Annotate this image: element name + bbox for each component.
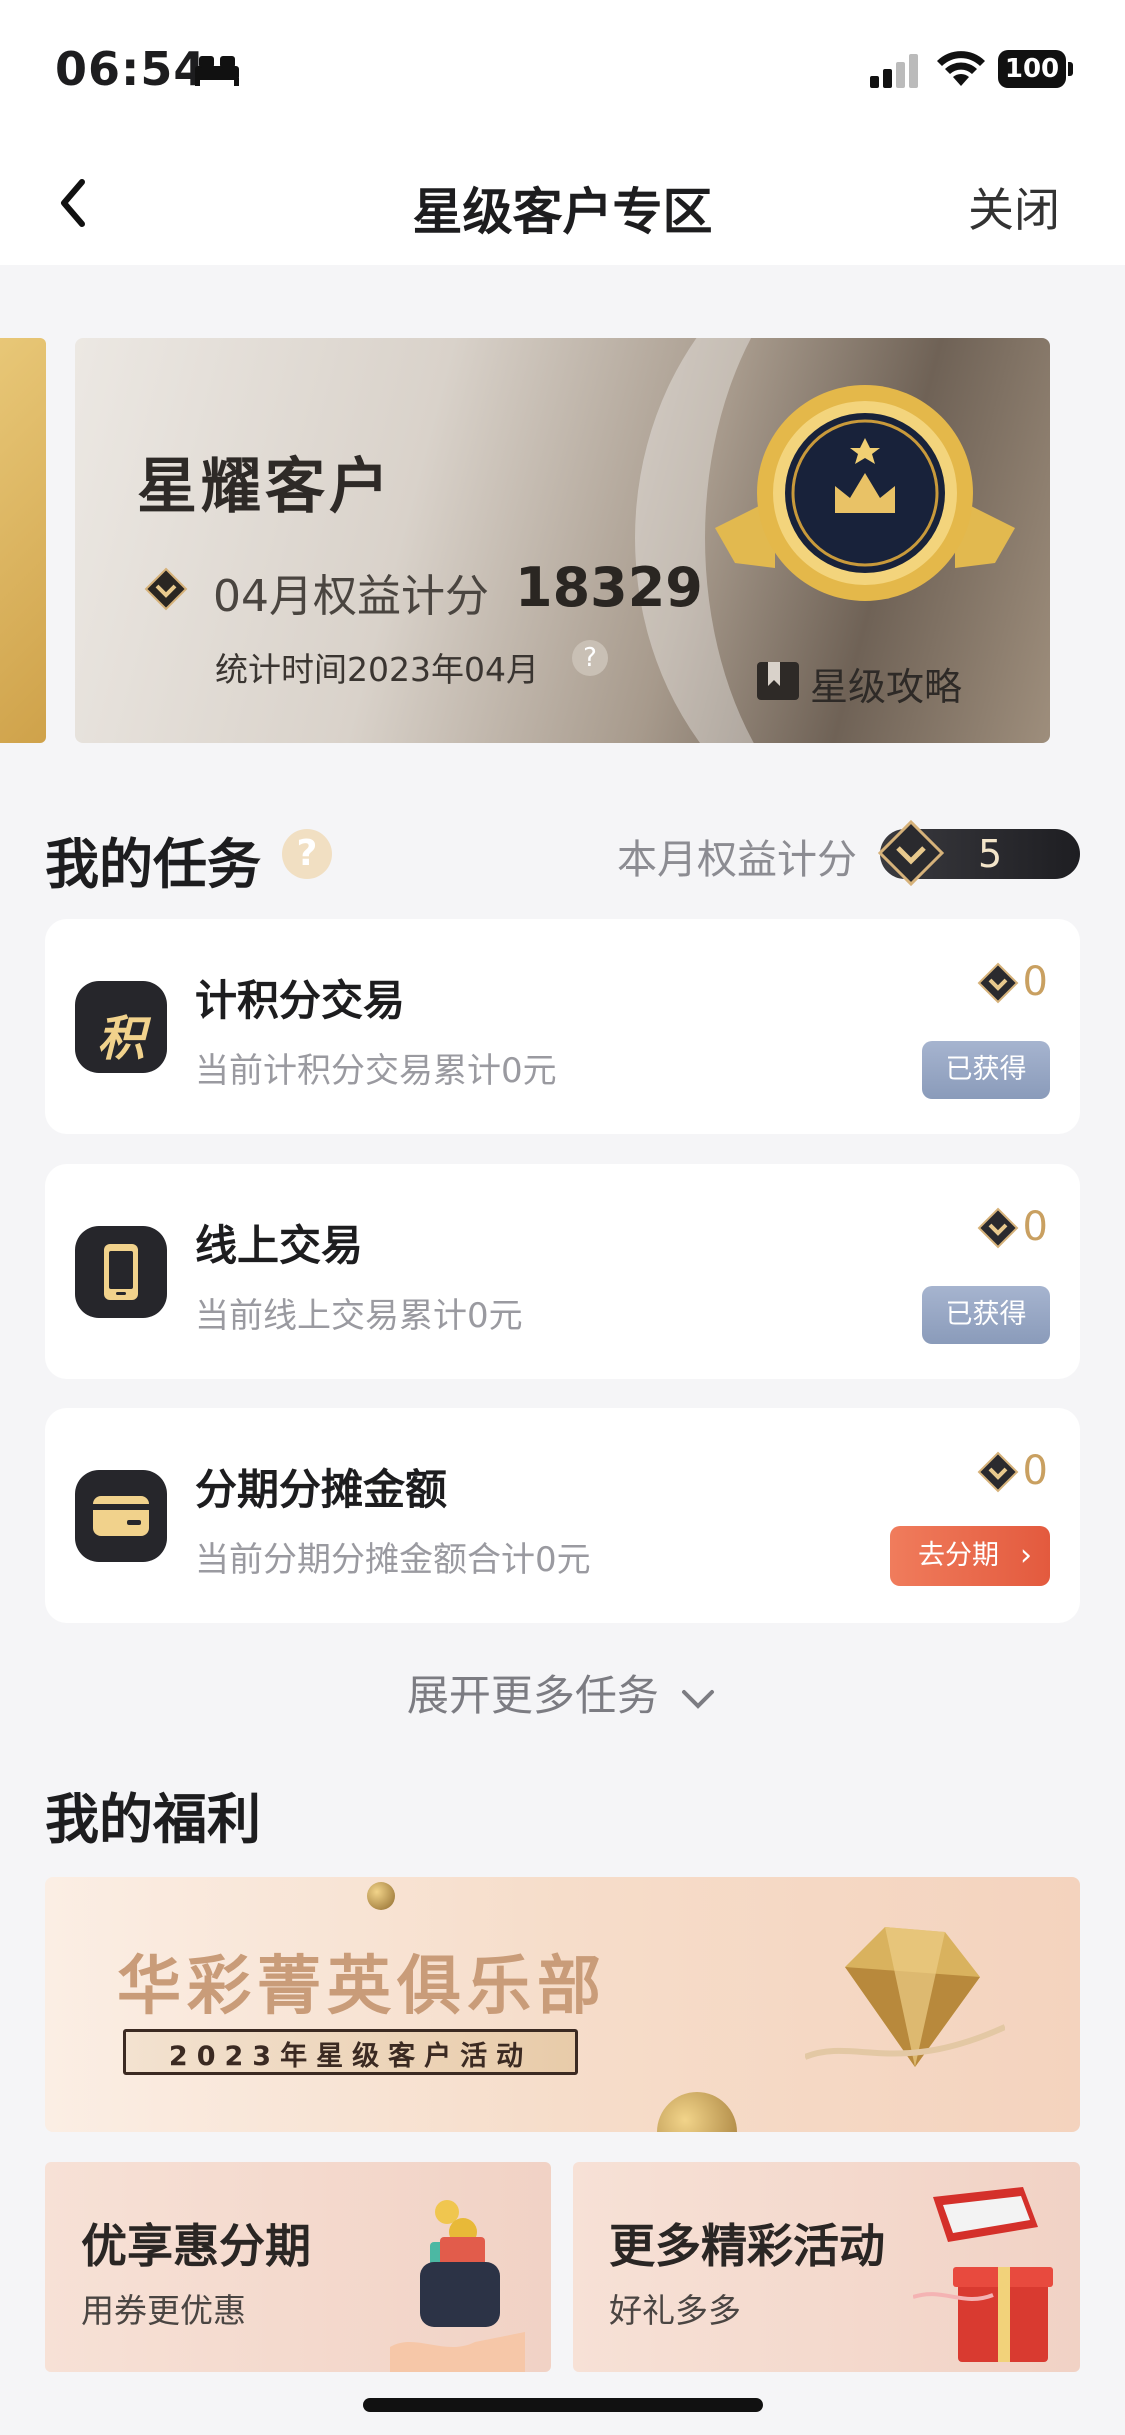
month-points-label: 本月权益计分 (617, 837, 857, 883)
diamond-icon (144, 567, 188, 611)
task-score: 0 (1022, 959, 1048, 1005)
promo-card[interactable]: 更多精彩活动 好礼多多 (573, 2162, 1080, 2372)
status-time: 06:54 (55, 42, 207, 96)
go-installment-button[interactable]: 去分期 › (890, 1526, 1050, 1586)
page-title: 星级客户专区 (412, 183, 713, 241)
task-card[interactable]: 积 计积分交易 当前计积分交易累计0元 0 已获得 (45, 919, 1080, 1134)
star-level-title: 星耀客户 (137, 452, 393, 522)
gold-ball (367, 1882, 395, 1910)
banner-title: 华彩菁英俱乐部 (117, 1950, 607, 2024)
expand-label: 展开更多任务 (406, 1671, 659, 1720)
obtained-button[interactable]: 已获得 (922, 1041, 1050, 1099)
task-title: 计积分交易 (195, 976, 406, 1025)
obtained-button[interactable]: 已获得 (922, 1286, 1050, 1344)
gold-ball (657, 2092, 737, 2132)
gold-diamond-icon (805, 1927, 1005, 2067)
wallet-coins-icon (390, 2200, 525, 2372)
close-button[interactable]: 关闭 (968, 174, 1060, 240)
help-icon[interactable]: ? (572, 640, 608, 676)
task-card[interactable]: 线上交易 当前线上交易累计0元 0 已获得 (45, 1164, 1080, 1379)
battery-tip (1068, 62, 1073, 76)
month-points-value: 5 (978, 832, 1003, 876)
task-title: 分期分摊金额 (195, 1465, 448, 1514)
points-value: 18329 (515, 556, 703, 619)
task-desc: 当前计积分交易累计0元 (195, 1051, 557, 1091)
go-installment-label: 去分期 (918, 1540, 999, 1571)
promo-card[interactable]: 优享惠分期 用券更优惠 (45, 2162, 551, 2372)
star-level-card[interactable]: 星耀客户 04月权益计分 18329 统计时间2023年04月 ? 星级攻略 (75, 338, 1050, 743)
tasks-help-icon[interactable]: ? (282, 829, 332, 879)
promo-subtitle: 好礼多多 (609, 2291, 741, 2330)
stat-time: 统计时间2023年04月 (215, 650, 539, 689)
promo-subtitle: 用券更优惠 (81, 2291, 246, 2330)
points-label: 04月权益计分 (213, 571, 489, 622)
banner-subtitle: 2023年星级客户活动 (168, 2041, 533, 2072)
previous-level-card[interactable] (0, 338, 46, 743)
battery-level: 100 (1004, 54, 1060, 84)
expand-more-tasks[interactable]: 展开更多任务 (0, 1662, 1125, 1723)
phone-glyph (104, 1244, 138, 1300)
diamond-icon (977, 1451, 1019, 1493)
gift-box-icon (913, 2187, 1053, 2362)
crown-medal-icon (715, 385, 1015, 601)
points-icon-glyph: 积 (96, 1011, 145, 1067)
card-glyph (93, 1496, 149, 1536)
chevron-right-icon: › (1020, 1538, 1032, 1573)
task-card[interactable]: 分期分摊金额 当前分期分摊金额合计0元 0 去分期 › (45, 1408, 1080, 1623)
task-score: 0 (1022, 1448, 1048, 1494)
star-guide-link[interactable]: 星级攻略 (810, 656, 962, 711)
diamond-icon (977, 962, 1019, 1004)
diamond-icon (977, 1207, 1019, 1249)
task-title: 线上交易 (195, 1221, 364, 1270)
chevron-down-icon (682, 1689, 715, 1709)
battery-icon: 100 (998, 50, 1066, 88)
diamond-icon (877, 819, 945, 887)
welfare-section-title: 我的福利 (45, 1788, 261, 1851)
promo-title: 优享惠分期 (81, 2219, 311, 2273)
task-score: 0 (1022, 1204, 1048, 1250)
sleep-focus-icon (195, 56, 239, 86)
tasks-section-title: 我的任务 (45, 833, 261, 896)
cellular-signal-icon (870, 54, 918, 88)
points-icon: 积 (75, 981, 167, 1073)
elite-club-banner[interactable]: 华彩菁英俱乐部 2023年星级客户活动 (45, 1877, 1080, 2132)
home-indicator[interactable] (363, 2398, 763, 2412)
nav-bar: 星级客户专区 关闭 (0, 140, 1125, 265)
status-bar: 06:54 100 (0, 0, 1125, 140)
card-icon (75, 1470, 167, 1562)
task-desc: 当前分期分摊金额合计0元 (195, 1540, 591, 1580)
guide-book-icon (757, 662, 799, 700)
promo-title: 更多精彩活动 (609, 2219, 885, 2273)
task-desc: 当前线上交易累计0元 (195, 1296, 523, 1336)
phone-icon (75, 1226, 167, 1318)
wifi-icon (937, 51, 985, 86)
